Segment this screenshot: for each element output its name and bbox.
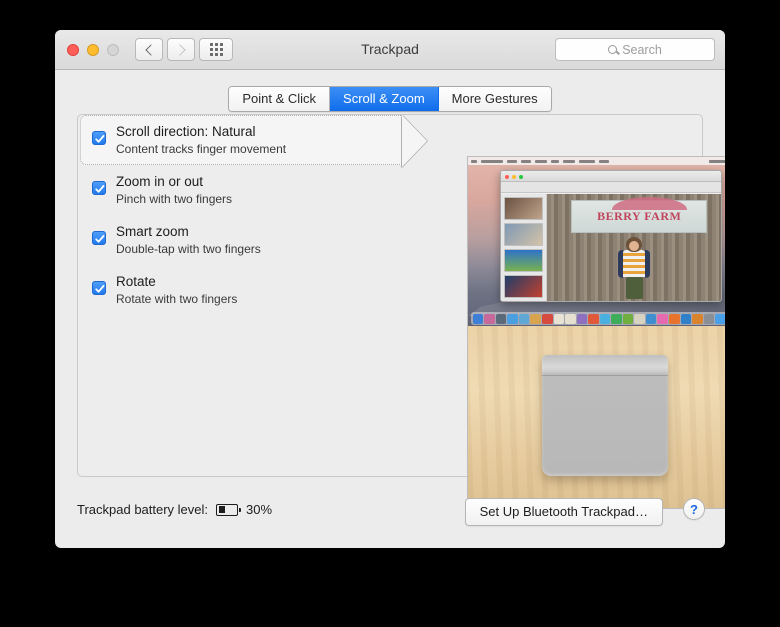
window-bottom-bar: Trackpad battery level: 30% Set Up Bluet… (55, 486, 725, 548)
dock-icon (495, 313, 507, 324)
preview-app-photo: BERRY FARM (547, 194, 721, 301)
battery-percent: 30% (246, 502, 273, 517)
option-subtitle: Rotate with two fingers (116, 292, 238, 306)
window-titlebar: Trackpad Search (55, 30, 725, 70)
dock-icon (542, 313, 553, 324)
preview-app-toolbar (501, 182, 721, 193)
search-icon (608, 45, 618, 54)
checkbox-smart-zoom[interactable] (92, 231, 106, 245)
option-smart-zoom[interactable]: Smart zoom Double-tap with two fingers (78, 215, 408, 265)
dock-icon (576, 313, 588, 324)
magic-trackpad-device (542, 355, 668, 477)
preview-app-sidebar (501, 194, 547, 301)
trackpad-demo-video (468, 326, 725, 508)
settings-panel: Scroll direction: Natural Content tracks… (77, 114, 725, 509)
search-input[interactable]: Search (555, 38, 715, 61)
barn-sign: BERRY FARM (571, 197, 708, 233)
checkmark-icon (95, 185, 105, 193)
tab-scroll-and-zoom[interactable]: Scroll & Zoom (330, 87, 439, 111)
tab-bar: Point & Click Scroll & Zoom More Gesture… (55, 86, 725, 112)
battery-icon (216, 503, 242, 516)
desktop-menubar (468, 157, 725, 165)
dock-icon (680, 313, 692, 324)
dock-icon (530, 313, 542, 324)
photo-subject-shirt (623, 249, 645, 277)
checkmark-icon (95, 285, 105, 293)
dock-icon (553, 313, 565, 324)
option-subtitle: Content tracks finger movement (116, 142, 287, 156)
dock-icon (703, 313, 715, 324)
tab-point-and-click[interactable]: Point & Click (229, 87, 331, 111)
battery-label: Trackpad battery level: (77, 502, 209, 517)
dock-icon (507, 313, 518, 324)
desktop-demo-video: BERRY FARM (468, 157, 725, 326)
help-button[interactable]: ? (683, 498, 705, 520)
dock-icon (588, 313, 599, 324)
dock-icon (484, 313, 495, 324)
option-subtitle: Pinch with two fingers (116, 192, 233, 206)
battery-status: Trackpad battery level: 30% (77, 502, 272, 517)
photo-subject-legs (625, 277, 643, 300)
option-scroll-direction[interactable]: Scroll direction: Natural Content tracks… (78, 115, 408, 165)
thumbnail-item (504, 249, 543, 272)
option-subtitle: Double-tap with two fingers (116, 242, 261, 256)
checkmark-icon (95, 235, 105, 243)
tab-more-gestures[interactable]: More Gestures (438, 87, 551, 111)
search-placeholder: Search (622, 42, 662, 57)
checkbox-scroll-direction[interactable] (92, 131, 106, 145)
option-title: Scroll direction: Natural (116, 124, 256, 139)
dock-icon (634, 313, 645, 324)
thumbnail-item (504, 223, 543, 246)
checkbox-rotate[interactable] (92, 281, 106, 295)
dock-icon (692, 313, 703, 324)
dock-icon (669, 313, 680, 324)
dock-icon (645, 313, 657, 324)
option-title: Zoom in or out (116, 174, 204, 189)
dock-icon (518, 313, 530, 324)
option-rotate[interactable]: Rotate Rotate with two fingers (78, 265, 408, 315)
dock-icon (622, 313, 634, 324)
gesture-demo-preview: BERRY FARM (467, 156, 725, 509)
checkbox-zoom-in-or-out[interactable] (92, 181, 106, 195)
gesture-options-list: Scroll direction: Natural Content tracks… (78, 115, 408, 476)
sign-text: BERRY FARM (597, 208, 682, 223)
dock-icon (565, 313, 576, 324)
preview-app-window: BERRY FARM (500, 170, 722, 302)
preview-app-body: BERRY FARM (501, 194, 721, 301)
option-title: Rotate (116, 274, 156, 289)
thumbnail-item (504, 197, 543, 220)
dock-icon (611, 313, 622, 324)
thumbnail-item (504, 275, 543, 298)
checkmark-icon (95, 135, 105, 143)
dock-icon (715, 313, 725, 324)
preview-app-titlebar (501, 171, 721, 182)
dock-icon (599, 313, 611, 324)
dock-icon (472, 313, 484, 324)
option-title: Smart zoom (116, 224, 189, 239)
option-zoom-in-or-out[interactable]: Zoom in or out Pinch with two fingers (78, 165, 408, 215)
desktop-dock (470, 312, 725, 325)
trackpad-preferences-window: Trackpad Search Point & Click Scroll & Z… (55, 30, 725, 548)
dock-icon (657, 313, 669, 324)
set-up-bluetooth-trackpad-button[interactable]: Set Up Bluetooth Trackpad… (464, 498, 663, 526)
